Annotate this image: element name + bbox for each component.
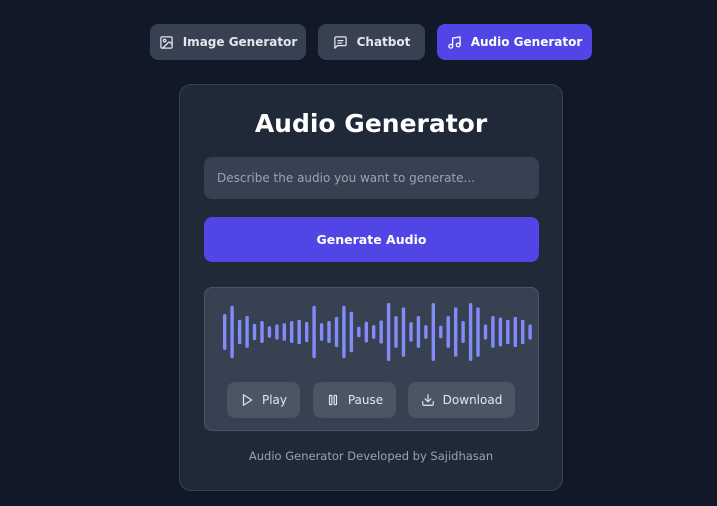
waveform-bar [342, 305, 346, 359]
waveform-bar [297, 319, 301, 345]
audio-generator-card: Audio Generator Generate Audio Play Paus… [179, 84, 563, 491]
page-title: Audio Generator [254, 109, 488, 138]
waveform-bar [349, 311, 354, 353]
waveform-bar [327, 321, 331, 343]
waveform-bar [357, 326, 361, 338]
waveform-bar [223, 314, 227, 350]
waveform-bar [260, 321, 264, 343]
waveform-bar [409, 322, 413, 342]
download-button[interactable]: Download [408, 382, 515, 418]
waveform-bar [528, 324, 532, 340]
waveform-bar [416, 316, 421, 348]
play-label: Play [261, 393, 288, 407]
tab-label: Chatbot [356, 35, 411, 49]
waveform-bar [506, 319, 510, 345]
generate-audio-button[interactable]: Generate Audio [204, 217, 539, 262]
waveform-bar [498, 317, 503, 347]
waveform-bar [230, 305, 234, 359]
chat-icon [333, 35, 348, 50]
tab-label: Audio Generator [470, 35, 583, 49]
waveform-bar [245, 316, 249, 348]
waveform-bar [252, 323, 257, 341]
waveform-bar [483, 324, 488, 340]
waveform-bar [267, 326, 272, 338]
waveform-bar [364, 321, 368, 343]
audio-waveform [223, 303, 532, 361]
music-note-icon [447, 35, 462, 50]
play-icon [240, 393, 254, 407]
waveform-bar [521, 319, 525, 345]
waveform-bar [275, 324, 279, 340]
waveform-bar [379, 320, 383, 344]
waveform-bar [446, 316, 450, 348]
generator-tabs: Image Generator Chatbot Audio Generator [0, 24, 717, 60]
waveform-bar [282, 323, 286, 341]
pause-label: Pause [347, 393, 384, 407]
waveform-bar [386, 303, 391, 361]
waveform-bar [476, 307, 480, 357]
audio-player: Play Pause Download [204, 287, 539, 431]
tab-chatbot[interactable]: Chatbot [318, 24, 425, 60]
waveform-bar [394, 316, 398, 348]
waveform-bar [401, 307, 406, 357]
audio-prompt-input[interactable] [204, 157, 539, 199]
waveform-bar [237, 319, 242, 345]
waveform-bar [513, 316, 517, 348]
waveform-bar [454, 307, 458, 357]
waveform-bar [424, 325, 428, 339]
waveform-bar [305, 321, 309, 343]
play-button[interactable]: Play [227, 382, 300, 418]
tab-image-generator[interactable]: Image Generator [150, 24, 306, 60]
waveform-bar [372, 325, 376, 339]
waveform-bar [290, 321, 294, 343]
image-icon [159, 35, 174, 50]
download-label: Download [442, 393, 503, 407]
waveform-bar [431, 303, 435, 361]
download-icon [421, 393, 435, 407]
waveform-bar [334, 316, 339, 348]
waveform-bar [319, 323, 324, 341]
waveform-bar [439, 325, 443, 339]
footer-credit: Audio Generator Developed by Sajidhasan [248, 449, 494, 463]
pause-icon [326, 393, 340, 407]
tab-label: Image Generator [182, 35, 298, 49]
waveform-bar [491, 316, 495, 348]
pause-button[interactable]: Pause [313, 382, 396, 418]
waveform-bar [468, 303, 473, 361]
waveform-bar [312, 305, 316, 359]
tab-audio-generator[interactable]: Audio Generator [437, 24, 592, 60]
waveform-bar [461, 321, 465, 343]
